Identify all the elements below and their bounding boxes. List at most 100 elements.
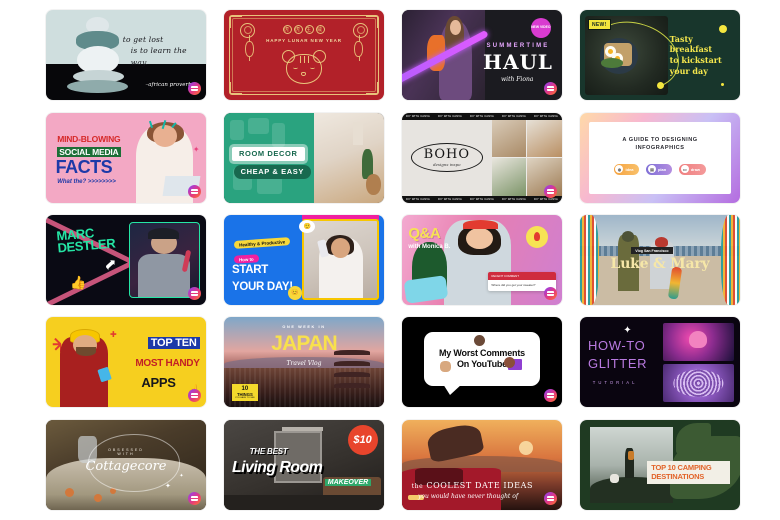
vlog-location-tag: Vlog San Francisco (631, 247, 673, 255)
pill-plan: ▤ plan (646, 163, 673, 175)
thumbnail-card-worst-comments[interactable]: My Worst Comments On YouTube (402, 315, 562, 409)
screen-icon: ▭ (680, 165, 689, 174)
top-marquee-strip: DIY WITH CANVA DIY WITH CANVA DIY WITH CA… (402, 112, 562, 120)
sparkle-icon: ✦ (164, 483, 171, 490)
thumbnail-card-japan-travel[interactable]: ONE WEEK IN JAPAN Travel Vlog 10 THINGS … (224, 315, 384, 409)
thumbnail-card-infographics-guide[interactable]: A GUIDE TO DESIGNING INFOGRAPHICS ◍ idea… (580, 110, 740, 204)
qa-subtitle: with Monica B. (408, 243, 451, 250)
cushion-decoration (403, 275, 449, 305)
apps-line2: MOST HANDY (135, 357, 200, 369)
canva-badge-icon[interactable] (544, 184, 557, 198)
lr-line1: THE BEST (249, 446, 288, 456)
japan-title: JAPAN (271, 331, 337, 355)
sparkle-icon: ✦ (623, 325, 632, 337)
canva-badge-icon[interactable] (544, 389, 557, 403)
thumbnail-card-top-10-camping[interactable]: TOP 10 CAMPING DESTINATIONS (580, 418, 740, 512)
glitter-sub: TUTORIAL (592, 380, 638, 386)
cottagecore-title: Cottagecore (85, 459, 167, 475)
vlog-title: Luke & Mary (610, 256, 710, 273)
pill-draw: ▭ draw (679, 163, 707, 175)
thumbnail-card-summertime-haul[interactable]: SUMMERTIME HAUL with Fiona NEW VIDEO (402, 8, 562, 102)
quote-text: to get lost is to learn the way. (122, 34, 187, 67)
glitter-line2: GLITTER (588, 355, 648, 371)
breakfast-title: Tasty breakfast to kickstart your day (669, 33, 722, 76)
comment-header: RECENT COMMENT (488, 272, 556, 281)
stone-stack-illustration (67, 16, 129, 99)
boho-subtitle: designs inspo (432, 162, 461, 168)
portrait-photo (663, 322, 734, 361)
japan-kicker: ONE WEEK IN (282, 325, 326, 330)
haul-kicker: SUMMERTIME (486, 43, 550, 50)
sun-sticker-icon (525, 225, 548, 248)
new-tag: NEW! (588, 19, 611, 31)
japan-script: Travel Vlog (286, 359, 322, 367)
thumbnail-card-room-decor[interactable]: ROOM DECOR CHEAP & EASY (224, 110, 384, 204)
thumbnail-card-lunar-new-year[interactable]: 虎虎生威 HAPPY LUNAR NEW YEAR (224, 8, 384, 102)
canva-badge-icon[interactable] (544, 286, 557, 300)
your-day-line: YOUR DAY! (232, 281, 293, 294)
healthy-productive-tag: Healthy & Productive (233, 237, 291, 250)
thumbnail-card-qa-monica[interactable]: Q&A with Monica B. RECENT COMMENT Where … (402, 213, 562, 307)
thumbnail-gallery: to get lost is to learn the way. –africa… (0, 0, 780, 520)
lantern-left-icon (244, 34, 254, 61)
start-line: START (232, 264, 268, 277)
sun-decoration (519, 441, 534, 456)
chinese-glyphs: 虎虎生威 (283, 25, 326, 35)
boho-title: BOHO (423, 147, 471, 163)
cottagecore-kicker: OBSESSED WITH (108, 447, 144, 457)
thumbnail-card-boho[interactable]: DIY WITH CANVA DIY WITH CANVA DIY WITH CA… (402, 110, 562, 204)
thumbnail-card-cottagecore[interactable]: OBSESSED WITH Cottagecore ✦ ✦ (46, 418, 206, 512)
qa-title: Q&A (408, 224, 441, 242)
thumbnail-card-marc-destler[interactable]: MARC DESTLER ➦ 👍 (46, 213, 206, 307)
thumbnail-card-luke-and-mary[interactable]: Vlog San Francisco Luke & Mary (580, 213, 740, 307)
glitter-swirl-photo (663, 364, 734, 402)
new-video-sticker: NEW VIDEO (530, 18, 551, 39)
date-subtitle: you would have never thought of (418, 492, 519, 500)
sparkle-icon: ✦ (179, 473, 184, 480)
sparkle-icon: ✦ (192, 144, 200, 154)
canva-badge-icon[interactable] (188, 184, 201, 198)
creator-photo (129, 222, 200, 298)
date-title: the COOLEST DATE IDEAS (411, 481, 534, 490)
creator-name: MARC DESTLER (56, 224, 117, 256)
bottom-marquee-strip: DIY WITH CANVA DIY WITH CANVA DIY WITH CA… (402, 195, 562, 203)
plus-decoration: ✚ (110, 329, 117, 339)
canva-badge-icon[interactable] (188, 491, 201, 505)
camping-title: TOP 10 CAMPING DESTINATIONS (647, 461, 731, 484)
lr-line3: MAKEOVER (324, 479, 372, 487)
ten-things-badge: 10 THINGS YOU HAVE TO SEE (232, 384, 258, 402)
infographics-title: A GUIDE TO DESIGNING INFOGRAPHICS (622, 136, 698, 152)
thumbnail-card-mind-blowing-facts[interactable]: ✦ MIND-BLOWING SOCIAL MEDIA FACTS What t… (46, 110, 206, 204)
tiger-illustration (278, 49, 330, 90)
canva-badge-icon[interactable] (188, 389, 201, 403)
thumbnail-card-tasty-breakfast[interactable]: NEW! Tasty breakfast to kickstart your d… (580, 8, 740, 102)
thumbnail-card-how-to-glitter[interactable]: ✦ HOW-TO GLITTER TUTORIAL (580, 315, 740, 409)
glitter-line1: HOW-TO (588, 337, 646, 353)
smiley-sticker-icon: 😊 (288, 285, 302, 300)
lr-line2: Living Room (232, 459, 323, 477)
lantern-right-icon (354, 34, 364, 61)
facts-line2: SOCIAL MEDIA (57, 146, 121, 157)
note-icon: ▤ (647, 165, 656, 174)
thumbnail-card-stones-proverb[interactable]: to get lost is to learn the way. –africa… (46, 8, 206, 102)
cheap-easy-pill: CHEAP & EASY (233, 164, 311, 179)
thumbnail-card-living-room-makeover[interactable]: $10 THE BEST Living Room MAKEOVER (224, 418, 384, 512)
lunar-subtitle: HAPPY LUNAR NEW YEAR (266, 38, 342, 44)
quote-attribution: –african proverb (145, 81, 192, 88)
hand-sticker-icon (440, 360, 452, 372)
thumbnail-card-start-your-day[interactable]: Healthy & Productive How to START YOUR D… (224, 213, 384, 307)
mirror-selfie-photo (302, 219, 380, 301)
boho-logo-area: BOHO designs inspo (402, 119, 492, 196)
canva-badge-icon[interactable] (544, 82, 557, 96)
interior-photo (313, 112, 384, 203)
canva-badge-icon[interactable] (188, 286, 201, 300)
facts-line1: MIND-BLOWING (57, 134, 121, 145)
white-panel (589, 121, 731, 194)
thumbnail-card-top-ten-apps[interactable]: ✚ TOP TEN MOST HANDY APPS ☝ (46, 315, 206, 409)
thumbnail-card-coolest-date-ideas[interactable]: the COOLEST DATE IDEAS you would have ne… (402, 418, 562, 512)
canva-badge-icon[interactable] (544, 491, 557, 505)
facts-line4: What the? >>>>>>>> (57, 179, 116, 186)
pagoda-silhouette (334, 349, 370, 397)
apps-line3: APPS (141, 374, 176, 390)
price-badge: $10 (347, 425, 378, 456)
